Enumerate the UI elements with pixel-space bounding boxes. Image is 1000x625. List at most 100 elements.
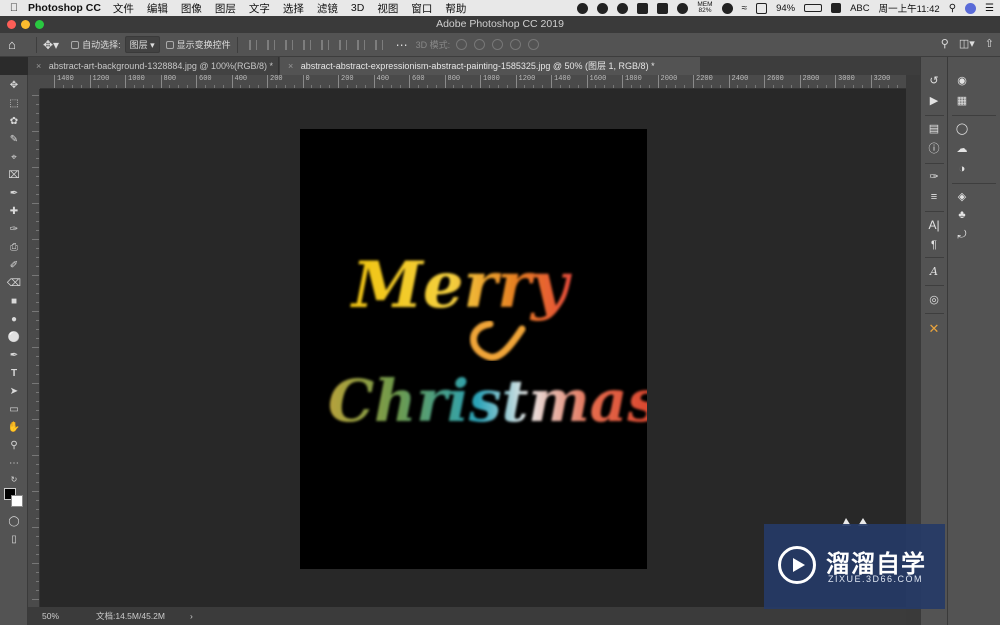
close-window-button[interactable] xyxy=(7,20,16,29)
brush-settings-icon[interactable]: ✑ xyxy=(926,169,942,185)
menu-3d[interactable]: 3D xyxy=(351,2,364,14)
pen-tool-icon[interactable]: ✒ xyxy=(5,349,23,363)
screen-mode-icon[interactable]: ▯ xyxy=(5,533,23,547)
3d-pan-icon[interactable] xyxy=(492,39,504,50)
apple-menu-icon[interactable]:  xyxy=(0,2,28,14)
channels-panel-icon[interactable]: ♣ xyxy=(954,207,970,223)
layers-panel-icon[interactable]: ◈ xyxy=(954,189,970,205)
menu-image[interactable]: 图像 xyxy=(181,1,202,16)
close-tab-icon[interactable]: × xyxy=(288,61,293,71)
more-options-icon[interactable]: ⋯ xyxy=(396,38,408,52)
menu-file[interactable]: 文件 xyxy=(113,1,134,16)
eraser-tool-icon[interactable]: ⌫ xyxy=(5,277,23,291)
background-color-swatch[interactable] xyxy=(11,495,23,507)
3d-slide-icon[interactable] xyxy=(510,39,522,50)
zoom-tool-icon[interactable]: ⚲ xyxy=(5,439,23,453)
libraries-panel-icon[interactable]: ◉ xyxy=(954,73,970,89)
close-tab-icon[interactable]: × xyxy=(36,61,41,71)
spotlight-icon[interactable]: ⚲ xyxy=(949,3,956,14)
menu-type[interactable]: 文字 xyxy=(249,1,270,16)
colorsync-icon[interactable] xyxy=(577,2,589,14)
menu-view[interactable]: 视图 xyxy=(377,1,398,16)
wechat-icon[interactable] xyxy=(597,2,609,14)
screen-capture-icon[interactable] xyxy=(657,2,669,14)
auto-select-dropdown[interactable]: 图层 ▾ xyxy=(124,36,160,53)
info-panel-icon[interactable]: ⓘ xyxy=(926,141,942,157)
menu-edit[interactable]: 编辑 xyxy=(147,1,168,16)
document-canvas[interactable]: Merry Christmas xyxy=(300,129,660,569)
tool-presets-icon[interactable]: ✕ xyxy=(926,321,942,337)
eyedropper-tool-icon[interactable]: ✒ xyxy=(5,187,23,201)
navigator-panel-icon[interactable]: ◎ xyxy=(926,292,942,308)
adjustments-sliders-icon[interactable]: ≡ xyxy=(926,189,942,205)
swatches-panel-icon[interactable]: ▦ xyxy=(954,93,970,109)
airplay-icon[interactable] xyxy=(756,2,768,14)
healing-brush-tool-icon[interactable]: ✚ xyxy=(5,205,23,219)
move-tool-preset-icon[interactable]: ✥▾ xyxy=(43,38,59,52)
character-panel-icon[interactable]: A| xyxy=(926,217,942,233)
vertical-ruler[interactable] xyxy=(28,89,40,607)
search-icon[interactable]: ⚲ xyxy=(941,37,949,50)
share-icon[interactable]: ⇧ xyxy=(985,37,994,50)
menu-layer[interactable]: 图层 xyxy=(215,1,236,16)
input-source-label[interactable]: ABC xyxy=(850,3,870,14)
document-tab-active[interactable]: × abstract-abstract-expressionism-abstra… xyxy=(280,57,700,75)
zoom-level[interactable]: 50% xyxy=(42,607,59,625)
dodge-tool-icon[interactable]: ⚪ xyxy=(5,331,23,345)
crop-tool-icon[interactable]: ⌖ xyxy=(5,151,23,165)
swap-colors-icon[interactable]: ↻ xyxy=(5,473,23,487)
hand-tool-icon[interactable]: ✋ xyxy=(5,421,23,435)
align-right-icon[interactable] xyxy=(284,39,293,50)
vpn-icon[interactable] xyxy=(721,2,733,14)
gradient-tool-icon[interactable]: ■ xyxy=(5,295,23,309)
workspace-switcher-icon[interactable]: ◫▾ xyxy=(959,37,975,50)
cc-libraries-icon[interactable]: ☁ xyxy=(954,141,970,157)
quick-mask-icon[interactable]: ◯ xyxy=(5,515,23,529)
paragraph-panel-icon[interactable]: ¶ xyxy=(926,237,942,253)
memory-usage[interactable]: MEM 82% xyxy=(697,1,712,14)
3d-scale-icon[interactable] xyxy=(528,39,540,50)
edit-toolbar-icon[interactable]: ⋯ xyxy=(5,457,23,471)
3d-roll-icon[interactable] xyxy=(474,39,486,50)
blur-tool-icon[interactable]: ● xyxy=(5,313,23,327)
app-menu[interactable]: Photoshop CC xyxy=(28,2,101,14)
align-hcenter-icon[interactable] xyxy=(266,39,275,50)
align-bottom-icon[interactable] xyxy=(338,39,347,50)
ruler-origin[interactable] xyxy=(28,75,40,89)
learn-panel-icon[interactable]: ◯ xyxy=(954,121,970,137)
quick-select-tool-icon[interactable]: ✎ xyxy=(5,133,23,147)
paths-panel-icon[interactable]: ⤾ xyxy=(954,227,970,243)
menu-help[interactable]: 帮助 xyxy=(445,1,466,16)
notification-center-icon[interactable]: ☰ xyxy=(985,3,994,14)
brush-tool-icon[interactable]: ✑ xyxy=(5,223,23,237)
marquee-tool-icon[interactable]: ⬚ xyxy=(5,97,23,111)
wifi-icon[interactable]: ≈ xyxy=(742,3,748,14)
adjustments-panel-icon[interactable]: ◑ xyxy=(954,161,970,177)
menu-window[interactable]: 窗口 xyxy=(411,1,432,16)
rectangle-tool-icon[interactable]: ▭ xyxy=(5,403,23,417)
show-transform-checkbox[interactable] xyxy=(165,40,177,50)
clock[interactable]: 周一上午11:42 xyxy=(879,1,940,15)
align-left-icon[interactable] xyxy=(248,39,257,50)
move-tool-icon[interactable]: ✥ xyxy=(5,79,23,93)
frame-tool-icon[interactable]: ⌧ xyxy=(5,169,23,183)
input-source-icon[interactable] xyxy=(831,3,842,13)
distribute-icon[interactable] xyxy=(356,39,365,50)
align-top-icon[interactable] xyxy=(302,39,311,50)
history-panel-icon[interactable]: ↺ xyxy=(926,73,942,89)
lasso-tool-icon[interactable]: ✿ xyxy=(5,115,23,129)
menu-filter[interactable]: 滤镜 xyxy=(317,1,338,16)
auto-select-checkbox[interactable] xyxy=(71,40,82,50)
type-tool-icon[interactable]: T xyxy=(5,367,23,381)
menu-select[interactable]: 选择 xyxy=(283,1,304,16)
3d-orbit-icon[interactable] xyxy=(456,39,468,50)
home-icon[interactable]: ⌂ xyxy=(8,37,30,52)
actions-panel-icon[interactable]: ▶ xyxy=(926,93,942,109)
distribute-spacing-icon[interactable] xyxy=(374,39,383,50)
history-brush-tool-icon[interactable]: ✐ xyxy=(5,259,23,273)
siri-icon[interactable] xyxy=(965,2,977,14)
zoom-window-button[interactable] xyxy=(35,20,44,29)
properties-panel-icon[interactable]: ▤ xyxy=(926,121,942,137)
horizontal-ruler[interactable]: 1400 1200 1000 800 600 400 200 0 200 400 600 800 100… xyxy=(40,75,906,89)
clone-stamp-tool-icon[interactable]: ⎙ xyxy=(5,241,23,255)
